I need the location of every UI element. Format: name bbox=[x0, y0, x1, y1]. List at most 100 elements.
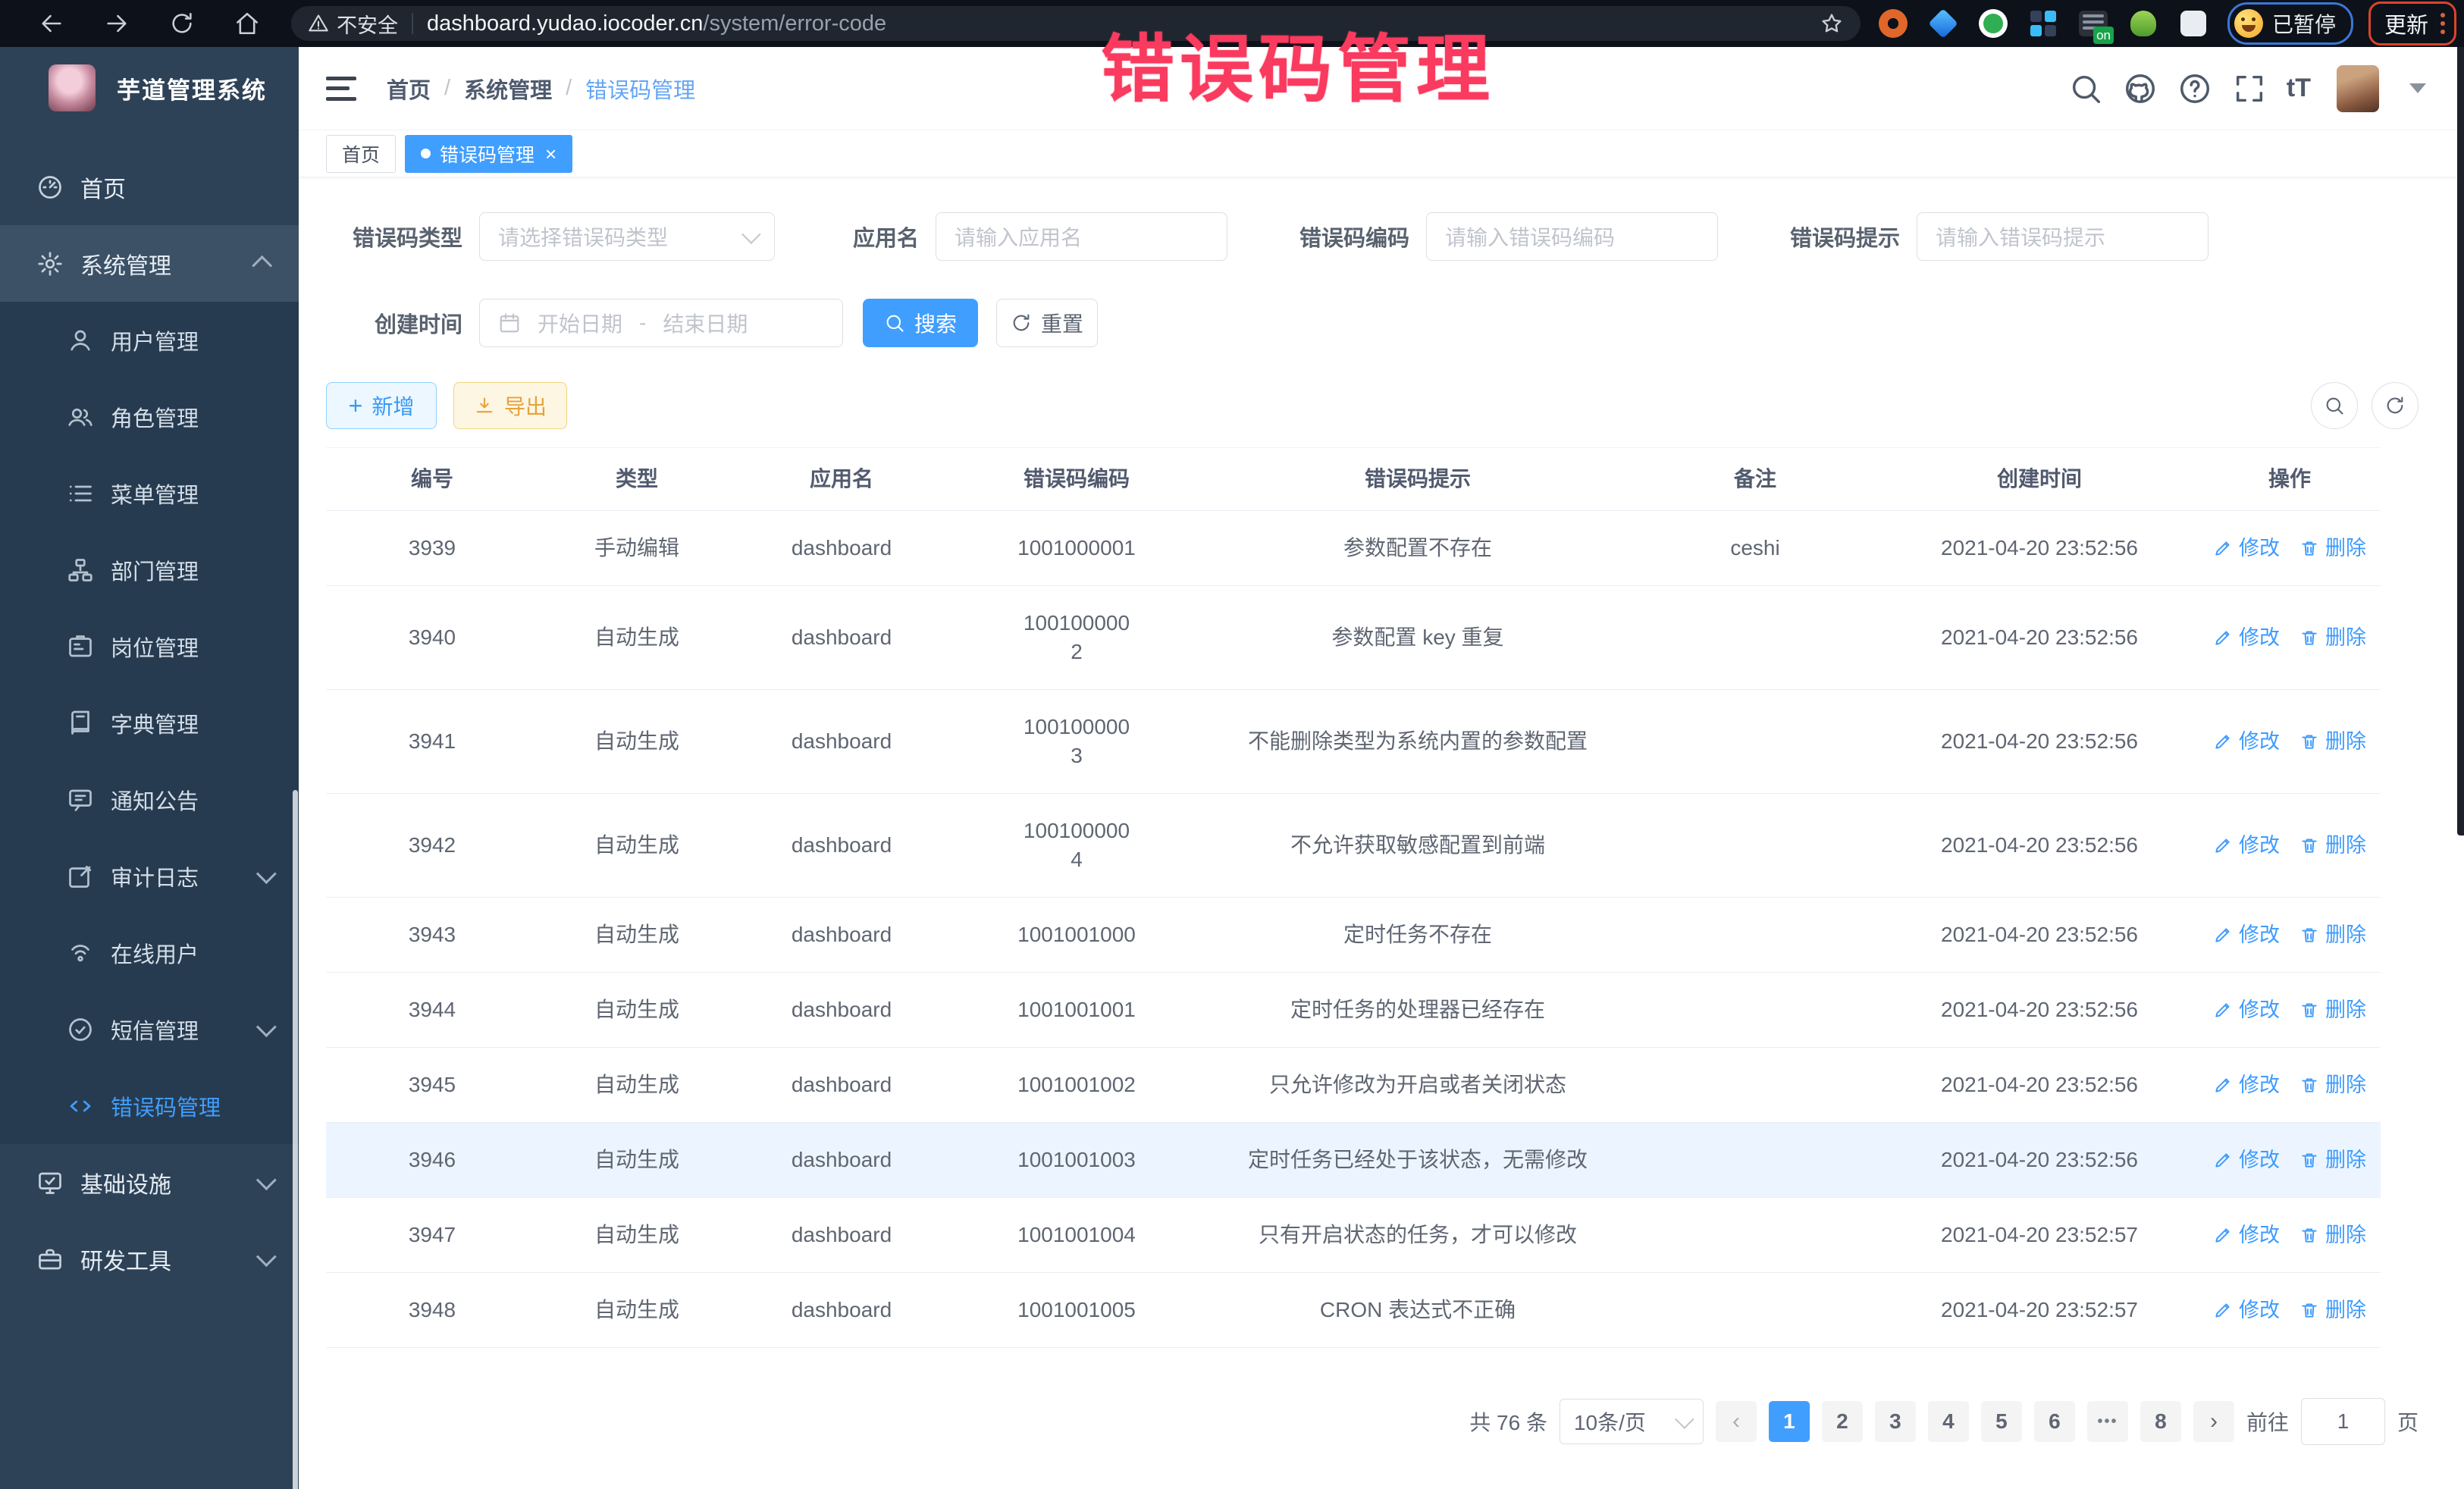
sidebar-item-研发工具[interactable]: 研发工具 bbox=[0, 1221, 299, 1297]
address-bar[interactable]: 不安全 dashboard.yudao.iocoder.cn /system/e… bbox=[291, 6, 1861, 41]
next-page-button[interactable]: › bbox=[2193, 1401, 2234, 1442]
table-row[interactable]: 3948 自动生成 dashboard 1001001005 CRON 表达式不… bbox=[326, 1273, 2381, 1348]
app-logo[interactable]: 芋道管理系统 bbox=[0, 47, 299, 129]
edit-link[interactable]: 修改 bbox=[2213, 534, 2280, 563]
window-scrollbar[interactable] bbox=[2457, 47, 2464, 835]
bookmark-star-icon[interactable] bbox=[1820, 11, 1844, 36]
delete-link[interactable]: 删除 bbox=[2299, 920, 2366, 949]
export-button[interactable]: 导出 bbox=[453, 382, 567, 429]
sidebar-item-系统管理[interactable]: 系统管理 bbox=[0, 225, 299, 302]
sidebar-item-错误码管理[interactable]: 错误码管理 bbox=[0, 1067, 299, 1144]
prev-page-button[interactable]: ‹ bbox=[1716, 1401, 1757, 1442]
search-button[interactable]: 搜索 bbox=[863, 299, 978, 347]
sidebar-item-角色管理[interactable]: 角色管理 bbox=[0, 378, 299, 455]
table-row[interactable]: 3942 自动生成 dashboard 100100000 4 不允许获取敏感配… bbox=[326, 794, 2381, 898]
github-icon[interactable] bbox=[2123, 71, 2158, 106]
table-row[interactable]: 3947 自动生成 dashboard 1001001004 只有开启状态的任务… bbox=[326, 1198, 2381, 1273]
table-row[interactable]: 3946 自动生成 dashboard 1001001003 定时任务已经处于该… bbox=[326, 1123, 2381, 1198]
edit-link[interactable]: 修改 bbox=[2213, 1146, 2280, 1174]
extension-list-on-icon[interactable]: on bbox=[2076, 6, 2111, 41]
delete-link[interactable]: 删除 bbox=[2299, 727, 2366, 756]
show-search-toggle-button[interactable] bbox=[2311, 382, 2358, 429]
delete-link[interactable]: 删除 bbox=[2299, 1296, 2366, 1324]
table-row[interactable]: 3944 自动生成 dashboard 1001001001 定时任务的处理器已… bbox=[326, 973, 2381, 1048]
extension-puzzle-icon[interactable] bbox=[2176, 6, 2211, 41]
delete-link[interactable]: 删除 bbox=[2299, 1071, 2366, 1099]
edit-link[interactable]: 修改 bbox=[2213, 995, 2280, 1024]
table-row[interactable]: 3939 手动编辑 dashboard 1001000001 参数配置不存在 c… bbox=[326, 511, 2381, 586]
app-name-input[interactable]: 请输入应用名 bbox=[936, 212, 1227, 261]
sidebar-item-短信管理[interactable]: 短信管理 bbox=[0, 991, 299, 1067]
browser-menu-icon[interactable] bbox=[2440, 13, 2445, 34]
font-size-icon[interactable]: tT bbox=[2287, 74, 2311, 103]
sidebar-item-菜单管理[interactable]: 菜单管理 bbox=[0, 455, 299, 531]
delete-link[interactable]: 删除 bbox=[2299, 831, 2366, 860]
sidebar-item-岗位管理[interactable]: 岗位管理 bbox=[0, 608, 299, 685]
edit-link[interactable]: 修改 bbox=[2213, 623, 2280, 652]
reload-icon[interactable] bbox=[161, 10, 203, 37]
extension-grid-icon[interactable] bbox=[2026, 6, 2061, 41]
page-button-2[interactable]: 2 bbox=[1822, 1401, 1863, 1442]
sidebar-item-首页[interactable]: 首页 bbox=[0, 149, 299, 225]
user-menu-caret-icon[interactable] bbox=[2409, 83, 2426, 93]
extension-gem-icon[interactable] bbox=[1926, 6, 1961, 41]
extension-green-circle-icon[interactable] bbox=[1976, 6, 2011, 41]
page-button-8[interactable]: 8 bbox=[2140, 1401, 2181, 1442]
delete-link[interactable]: 删除 bbox=[2299, 534, 2366, 563]
edit-link[interactable]: 修改 bbox=[2213, 920, 2280, 949]
sidebar-item-审计日志[interactable]: 审计日志 bbox=[0, 838, 299, 914]
tab-error-code[interactable]: 错误码管理 × bbox=[405, 135, 572, 173]
error-code-input[interactable]: 请输入错误码编码 bbox=[1426, 212, 1718, 261]
fullscreen-icon[interactable] bbox=[2232, 71, 2267, 106]
edit-link[interactable]: 修改 bbox=[2213, 1221, 2280, 1249]
close-tab-icon[interactable]: × bbox=[545, 144, 556, 164]
table-row[interactable]: 3943 自动生成 dashboard 1001001000 定时任务不存在 2… bbox=[326, 898, 2381, 973]
delete-link[interactable]: 删除 bbox=[2299, 1221, 2366, 1249]
delete-link[interactable]: 删除 bbox=[2299, 623, 2366, 652]
more-pages-icon[interactable]: ••• bbox=[2087, 1401, 2128, 1442]
delete-link[interactable]: 删除 bbox=[2299, 995, 2366, 1024]
table-row[interactable]: 3941 自动生成 dashboard 100100000 3 不能删除类型为系… bbox=[326, 690, 2381, 794]
tab-home[interactable]: 首页 bbox=[326, 135, 396, 173]
sidebar-scrollbar[interactable] bbox=[293, 790, 298, 1489]
user-avatar[interactable] bbox=[2337, 65, 2379, 112]
forward-icon[interactable] bbox=[96, 10, 138, 37]
sidebar-item-在线用户[interactable]: 在线用户 bbox=[0, 914, 299, 991]
error-type-select[interactable]: 请选择错误码类型 bbox=[479, 212, 775, 261]
edit-link[interactable]: 修改 bbox=[2213, 1296, 2280, 1324]
extension-orange-icon[interactable] bbox=[1876, 6, 1911, 41]
home-icon[interactable] bbox=[226, 10, 268, 37]
goto-page-input[interactable] bbox=[2301, 1398, 2385, 1445]
sidebar-item-基础设施[interactable]: 基础设施 bbox=[0, 1144, 299, 1221]
profile-paused-badge[interactable]: 已暂停 bbox=[2227, 2, 2353, 45]
search-icon[interactable] bbox=[2068, 71, 2103, 106]
help-icon[interactable] bbox=[2177, 71, 2212, 106]
page-button-3[interactable]: 3 bbox=[1875, 1401, 1916, 1442]
sidebar-item-通知公告[interactable]: 通知公告 bbox=[0, 761, 299, 838]
collapse-sidebar-icon[interactable] bbox=[326, 77, 356, 101]
extension-key-icon[interactable] bbox=[2126, 6, 2161, 41]
delete-link[interactable]: 删除 bbox=[2299, 1146, 2366, 1174]
edit-link[interactable]: 修改 bbox=[2213, 727, 2280, 756]
add-button[interactable]: + 新增 bbox=[326, 382, 437, 429]
page-button-6[interactable]: 6 bbox=[2034, 1401, 2075, 1442]
sidebar-item-部门管理[interactable]: 部门管理 bbox=[0, 531, 299, 608]
table-row[interactable]: 3945 自动生成 dashboard 1001001002 只允许修改为开启或… bbox=[326, 1048, 2381, 1123]
edit-link[interactable]: 修改 bbox=[2213, 1071, 2280, 1099]
date-range-picker[interactable]: 开始日期 - 结束日期 bbox=[479, 299, 843, 347]
sidebar-item-用户管理[interactable]: 用户管理 bbox=[0, 302, 299, 378]
reset-button[interactable]: 重置 bbox=[996, 299, 1098, 347]
back-icon[interactable] bbox=[30, 10, 73, 37]
browser-update-button[interactable]: 更新 bbox=[2368, 2, 2456, 45]
page-button-5[interactable]: 5 bbox=[1981, 1401, 2022, 1442]
sidebar-item-字典管理[interactable]: 字典管理 bbox=[0, 685, 299, 761]
page-button-4[interactable]: 4 bbox=[1928, 1401, 1969, 1442]
table-row[interactable]: 3940 自动生成 dashboard 100100000 2 参数配置 key… bbox=[326, 586, 2381, 690]
edit-link[interactable]: 修改 bbox=[2213, 831, 2280, 860]
breadcrumb-home[interactable]: 首页 bbox=[387, 73, 431, 105]
error-msg-input[interactable]: 请输入错误码提示 bbox=[1917, 212, 2209, 261]
page-size-select[interactable]: 10条/页 bbox=[1560, 1399, 1704, 1444]
page-button-active[interactable]: 1 bbox=[1769, 1401, 1810, 1442]
refresh-table-button[interactable] bbox=[2372, 382, 2419, 429]
breadcrumb-system[interactable]: 系统管理 bbox=[464, 73, 552, 105]
